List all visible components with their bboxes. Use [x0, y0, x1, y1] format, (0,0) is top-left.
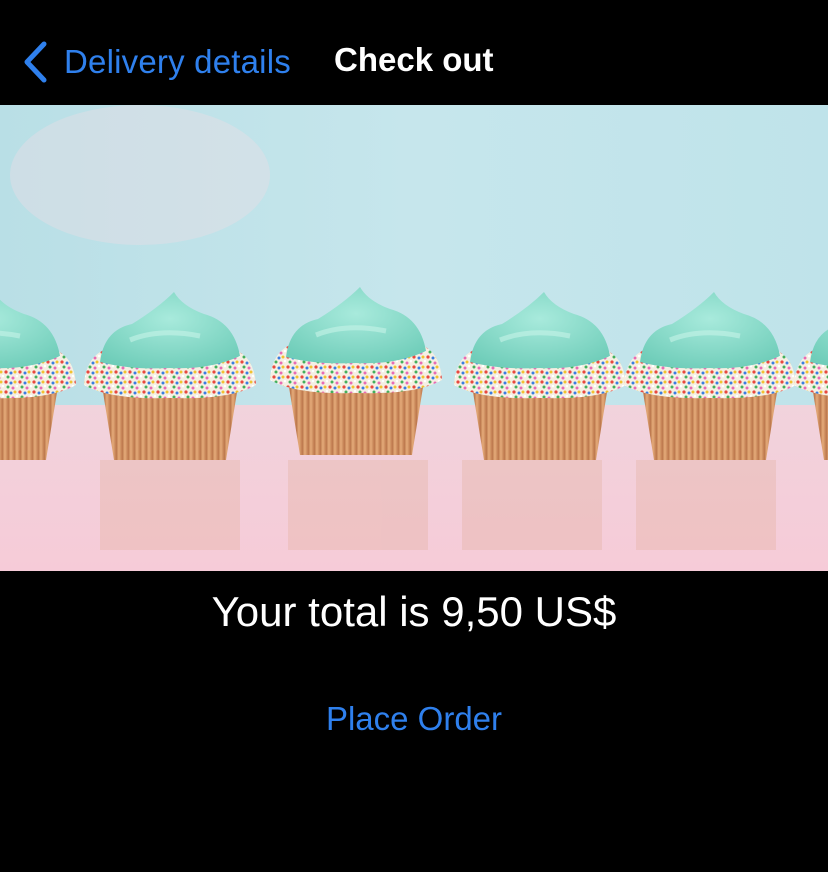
- back-button[interactable]: Delivery details: [22, 38, 291, 86]
- order-total-text: Your total is 9,50 US$: [211, 588, 617, 635]
- navigation-bar: Delivery details Check out: [0, 0, 828, 105]
- place-order-button[interactable]: Place Order: [0, 700, 828, 738]
- chevron-left-icon: [22, 41, 48, 83]
- back-button-label: Delivery details: [64, 43, 291, 80]
- cupcakes-image: [0, 105, 828, 571]
- page-title: Check out: [334, 41, 494, 78]
